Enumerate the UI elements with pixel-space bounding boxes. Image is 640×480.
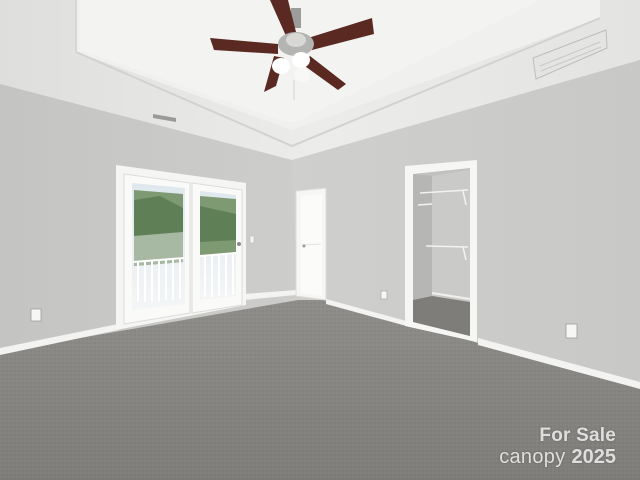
wall-outlet-left (30, 308, 42, 322)
wall-outlet-middle (380, 290, 388, 300)
wall-outlet-right (565, 323, 578, 339)
watermark-year: 2025 (571, 446, 617, 468)
watermark-brand-line: canopy 2025 (499, 446, 616, 468)
watermark-brand: canopy (499, 446, 566, 468)
room-illustration (0, 0, 640, 480)
french-doors (116, 165, 246, 330)
watermark-for-sale: For Sale (539, 425, 616, 446)
room-photo: For Sale canopy 2025 (0, 0, 640, 480)
interior-door (295, 187, 327, 301)
walk-in-closet (405, 160, 477, 342)
light-switch (249, 235, 255, 244)
listing-watermark: For Sale canopy 2025 (499, 425, 616, 469)
